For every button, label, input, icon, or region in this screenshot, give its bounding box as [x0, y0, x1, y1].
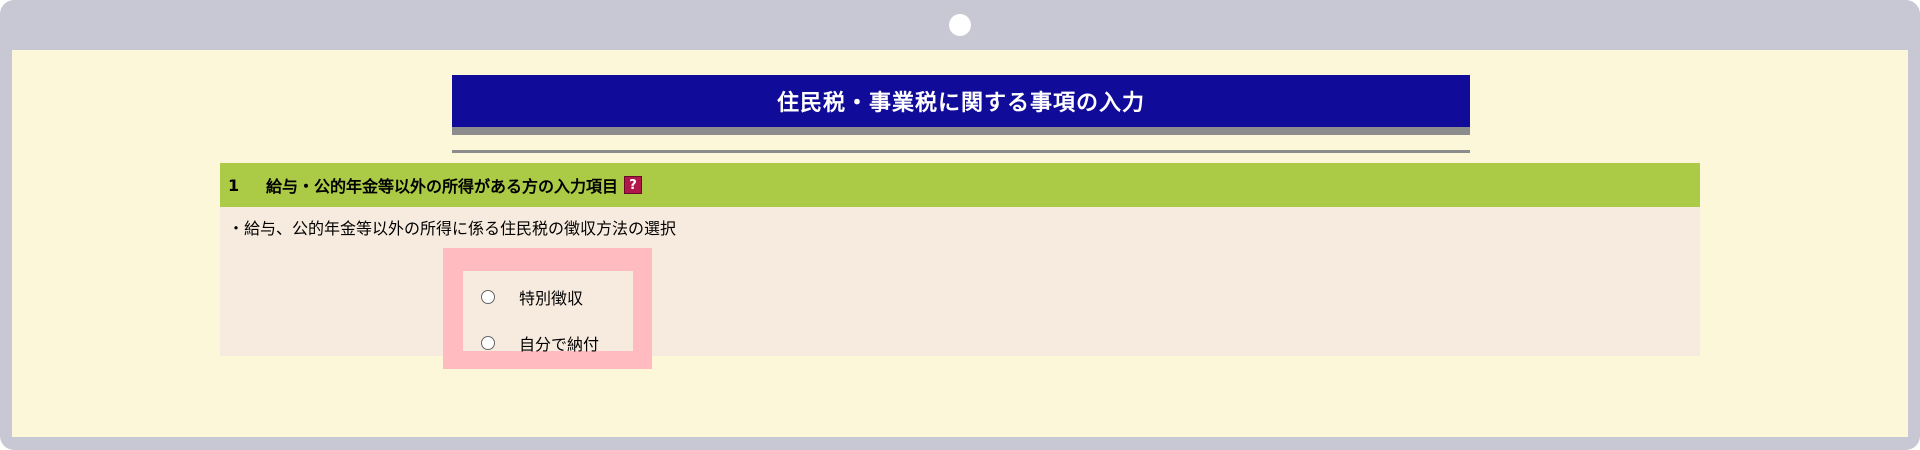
option-special-collection[interactable]: 特別徴収: [481, 285, 583, 309]
self-payment-label: 自分で納付: [519, 335, 600, 354]
section-title: 給与・公的年金等以外の所得がある方の入力項目: [266, 177, 619, 196]
section-header: 1 給与・公的年金等以外の所得がある方の入力項目 ?: [220, 163, 1700, 207]
title-divider: [452, 150, 1470, 153]
special-collection-label: 特別徴収: [519, 289, 584, 308]
self-payment-radio[interactable]: [481, 336, 495, 350]
help-question-icon[interactable]: ?: [624, 176, 643, 194]
collection-method-options: 特別徴収 自分で納付: [463, 271, 633, 354]
collection-method-question: ・給与、公的年金等以外の所得に係る住民税の徴収方法の選択: [228, 219, 677, 238]
option-self-payment[interactable]: 自分で納付: [481, 331, 599, 355]
section-number: 1: [228, 175, 240, 195]
special-collection-radio[interactable]: [481, 290, 495, 304]
camera-dot: [949, 14, 971, 36]
income-section: 1 給与・公的年金等以外の所得がある方の入力項目 ? ・給与、公的年金等以外の所…: [220, 163, 1700, 369]
device-frame: 住民税・事業税に関する事項の入力 1 給与・公的年金等以外の所得がある方の入力項…: [0, 0, 1920, 450]
page-title: 住民税・事業税に関する事項の入力: [452, 75, 1470, 127]
screen: 住民税・事業税に関する事項の入力 1 給与・公的年金等以外の所得がある方の入力項…: [12, 50, 1908, 437]
title-shadow-bar: [452, 127, 1470, 135]
